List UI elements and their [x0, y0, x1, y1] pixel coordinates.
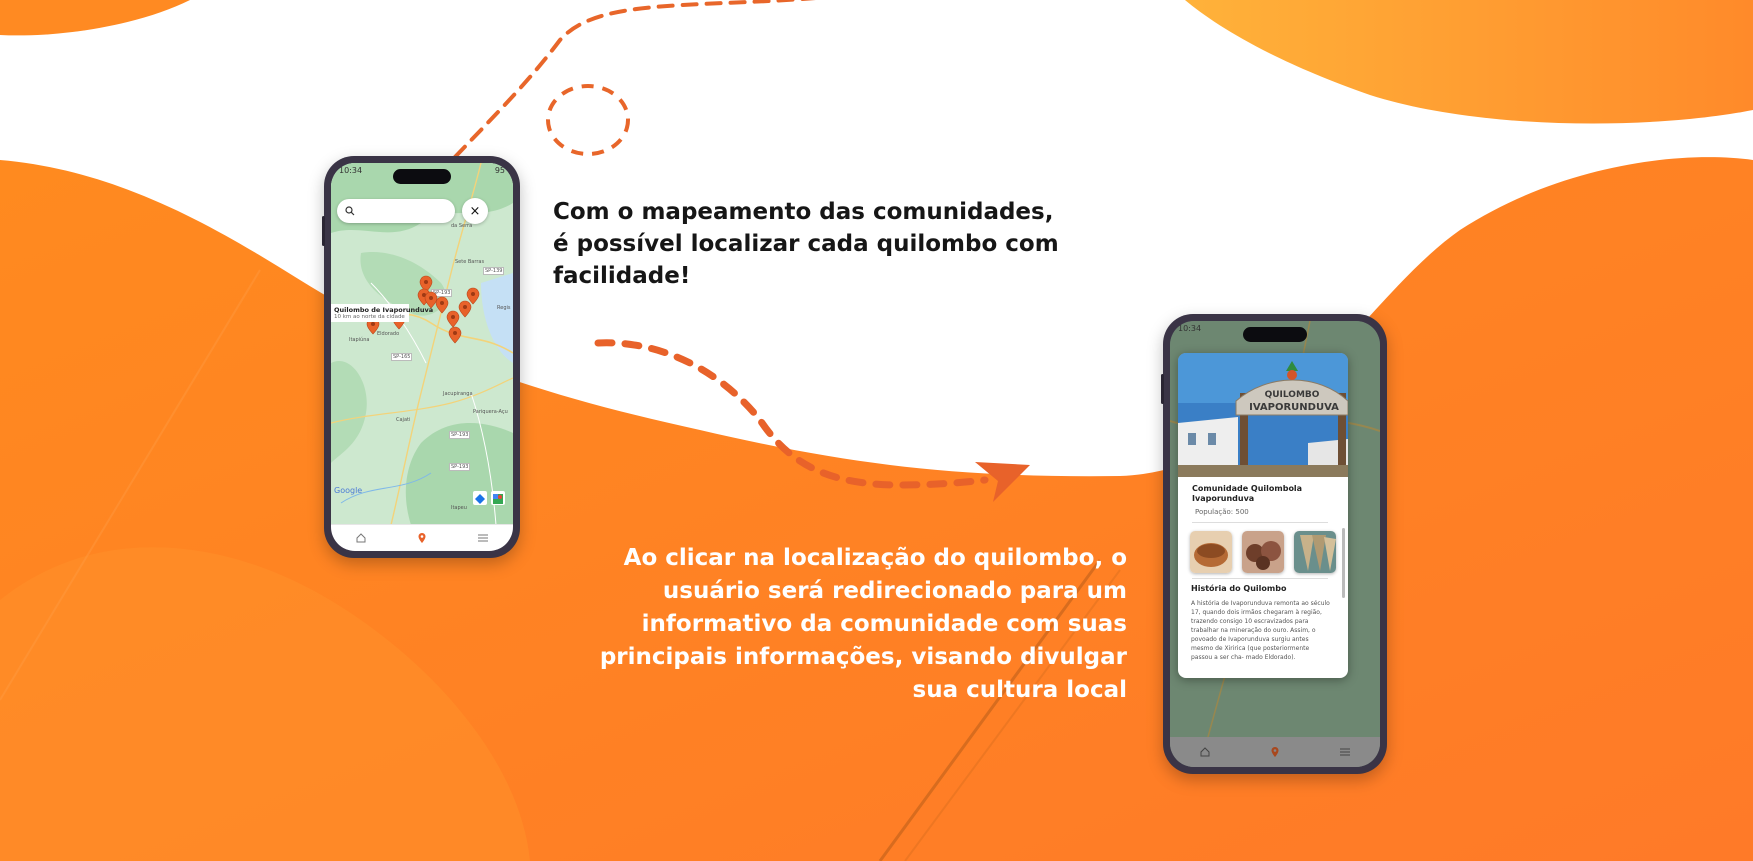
phone-detail-mockup: 10:34 QUILOMBO IVAPORUNDUVA Comunidade Q… — [1161, 314, 1387, 774]
map-directions-button[interactable] — [473, 491, 487, 505]
nav-menu[interactable] — [1339, 746, 1351, 758]
nav-menu[interactable] — [477, 532, 489, 544]
menu-icon — [477, 534, 488, 542]
map-pin[interactable] — [448, 326, 462, 344]
map-pin[interactable] — [435, 296, 449, 314]
location-pin-icon — [1271, 747, 1279, 757]
thumbnail-basket[interactable] — [1190, 531, 1232, 573]
directions-icon — [475, 494, 485, 504]
google-maps-icon — [493, 494, 503, 504]
map-feature-caption: Com o mapeamento das comunidades, é poss… — [553, 199, 1059, 289]
background-decor — [0, 0, 1753, 861]
community-title: Comunidade Quilombola Ivaporunduva — [1192, 484, 1303, 503]
thumbnail-straw-craft[interactable] — [1294, 531, 1336, 573]
divider — [1192, 522, 1328, 523]
phone-map-screen: da Serra Sete Barras Regis Eldorado Jacu… — [331, 163, 513, 551]
nav-home[interactable] — [1199, 746, 1211, 758]
bottom-nav — [331, 524, 513, 551]
dynamic-island — [1243, 327, 1307, 342]
close-button[interactable]: × — [462, 198, 488, 224]
community-population: População: 500 — [1195, 508, 1249, 516]
bottom-nav — [1170, 737, 1380, 767]
divider — [1192, 578, 1328, 579]
map-pin-tooltip[interactable]: Quilombo de Ivaporunduva 10 km ao norte … — [331, 304, 434, 322]
close-icon: × — [469, 203, 481, 219]
map-pin[interactable] — [446, 310, 460, 328]
location-pin-icon — [418, 533, 426, 543]
community-info-card: QUILOMBO IVAPORUNDUVA Comunidade Quilomb… — [1178, 353, 1348, 678]
open-maps-button[interactable] — [491, 491, 505, 505]
phone-map-mockup: da Serra Sete Barras Regis Eldorado Jacu… — [322, 156, 520, 558]
home-icon — [1200, 747, 1210, 757]
card-scrollbar[interactable] — [1342, 528, 1345, 598]
dashed-loop — [546, 84, 630, 156]
detail-feature-caption: Ao clicar na localização do quilombo, o … — [599, 545, 1127, 703]
sign-text-bottom: IVAPORUNDUVA — [1249, 402, 1339, 413]
phone-detail-screen: 10:34 QUILOMBO IVAPORUNDUVA Comunidade Q… — [1170, 321, 1380, 767]
history-text: A história de Ivaporunduva remonta ao sé… — [1191, 600, 1330, 661]
basket-thumbnail — [1190, 531, 1232, 573]
nav-location[interactable] — [416, 532, 428, 544]
map-pin[interactable] — [458, 300, 472, 318]
quilombo-sign-photo: QUILOMBO IVAPORUNDUVA — [1178, 353, 1348, 477]
status-time: 10:34 — [339, 166, 363, 175]
sign-text-top: QUILOMBO — [1265, 390, 1320, 400]
tooltip-subtitle: 10 km ao norte da cidade — [334, 314, 405, 320]
status-time: 10:34 — [1178, 324, 1202, 333]
google-logo: Google — [334, 486, 363, 495]
status-battery: 95 — [494, 166, 505, 175]
top-left-blob — [0, 0, 190, 36]
home-icon — [356, 533, 366, 543]
menu-icon — [1340, 748, 1350, 756]
community-photo: QUILOMBO IVAPORUNDUVA — [1178, 353, 1348, 477]
nav-location[interactable] — [1269, 746, 1281, 758]
thumbnail-pottery[interactable] — [1242, 531, 1284, 573]
map-search-input[interactable] — [337, 199, 455, 223]
map-view[interactable]: da Serra Sete Barras Regis Eldorado Jacu… — [331, 163, 513, 525]
straw-craft-thumbnail — [1294, 531, 1336, 573]
dashed-path-top — [453, 0, 816, 159]
map-pin[interactable] — [466, 287, 480, 305]
pottery-thumbnail — [1242, 531, 1284, 573]
search-icon — [345, 206, 355, 216]
top-right-blob — [1185, 0, 1753, 124]
nav-home[interactable] — [355, 532, 367, 544]
dynamic-island — [393, 169, 451, 184]
tooltip-title: Quilombo de Ivaporunduva — [334, 306, 434, 314]
history-title: História do Quilombo — [1191, 584, 1287, 593]
